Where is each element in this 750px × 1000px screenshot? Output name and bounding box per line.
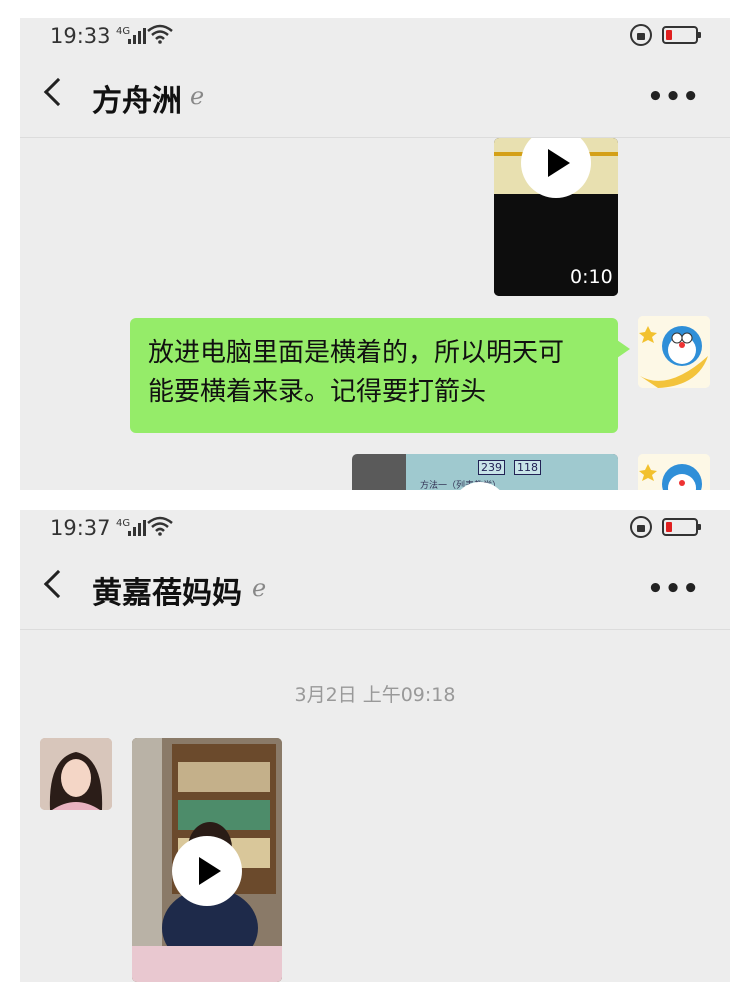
back-chevron-icon[interactable]	[43, 77, 73, 107]
ear-icon[interactable]: ℯ	[252, 574, 266, 602]
avatar[interactable]	[638, 454, 710, 490]
battery-icon	[662, 518, 701, 536]
more-dots-icon[interactable]: •••	[647, 82, 700, 112]
avatar[interactable]	[638, 316, 710, 388]
status-time: 19:33	[50, 24, 111, 48]
chat-title: 方舟洲	[92, 84, 182, 119]
signal-icon	[124, 520, 146, 536]
signal-icon	[124, 28, 146, 44]
message-timestamp: 3月2日 上午09:18	[294, 684, 456, 706]
thumbnail-number: 239	[478, 460, 505, 475]
video-message[interactable]: 239 118 方法一（列表教学）	[352, 454, 618, 490]
status-bar: 19:37 4G	[20, 510, 730, 550]
thumbnail-number: 118	[514, 460, 541, 475]
status-bar: 19:33 4G	[20, 18, 730, 58]
video-duration: 0:10	[570, 266, 613, 288]
message-line: 能要横着来录。记得要打箭头	[148, 377, 487, 407]
play-icon[interactable]	[172, 836, 242, 906]
back-chevron-icon[interactable]	[43, 569, 73, 599]
video-thumbnail: 239 118 方法一（列表教学）	[406, 454, 618, 490]
more-dots-icon[interactable]: •••	[647, 574, 700, 604]
status-time: 19:37	[50, 516, 111, 540]
chat-header: 方舟洲 ℯ •••	[20, 58, 730, 138]
avatar[interactable]	[40, 738, 112, 810]
chat-title: 黄嘉蓓妈妈	[92, 576, 242, 611]
wifi-icon	[147, 24, 173, 44]
rotation-lock-icon	[630, 24, 652, 46]
video-message[interactable]	[132, 738, 282, 982]
doraemon-avatar-icon	[638, 454, 710, 490]
chat-screenshot-2: 19:37 4G 黄嘉蓓妈妈 ℯ ••• 3月2日 上午09:18	[20, 510, 730, 982]
chat-screenshot-1: 19:33 4G 方舟洲 ℯ ••• 0:10 放进电脑里面是横着的，所以明天可…	[20, 18, 730, 490]
message-line: 放进电脑里面是横着的，所以明天可	[148, 338, 565, 368]
chat-header: 黄嘉蓓妈妈 ℯ •••	[20, 550, 730, 630]
video-message[interactable]: 0:10	[494, 138, 618, 296]
doraemon-avatar-icon	[638, 316, 710, 388]
rotation-lock-icon	[630, 516, 652, 538]
wifi-icon	[147, 516, 173, 536]
battery-icon	[662, 26, 701, 44]
contact-photo-icon	[40, 738, 112, 810]
ear-icon[interactable]: ℯ	[190, 82, 204, 110]
text-message-bubble[interactable]: 放进电脑里面是横着的，所以明天可 能要横着来录。记得要打箭头	[130, 318, 630, 433]
